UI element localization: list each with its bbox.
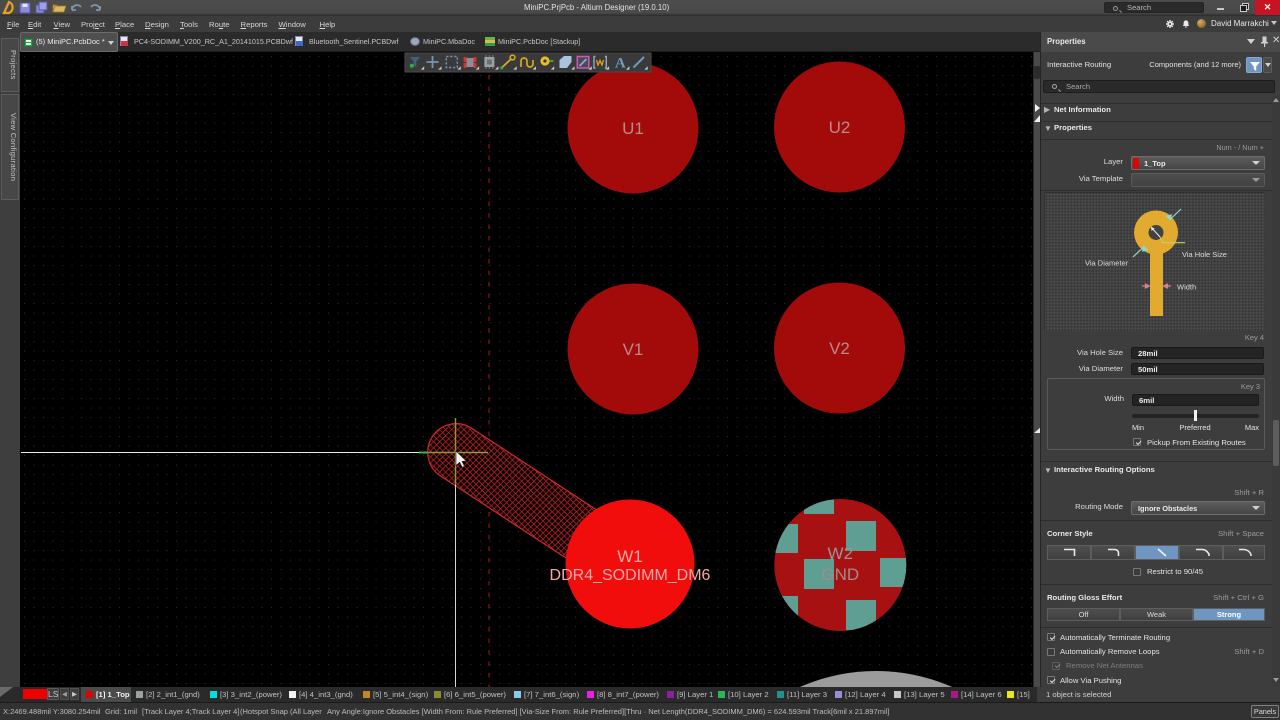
svg-text:DDR4_SODIMM_DM6: DDR4_SODIMM_DM6 (550, 567, 711, 584)
svg-text:GND: GND (821, 565, 859, 584)
svg-text:Via Diameter: Via Diameter (1085, 259, 1129, 268)
svg-text:Width: Width (1177, 283, 1196, 292)
svg-text:V1: V1 (623, 340, 644, 359)
svg-text:W1: W1 (617, 547, 643, 566)
svg-text:V2: V2 (829, 339, 850, 358)
svg-text:U1: U1 (622, 119, 644, 138)
svg-text:Via Hole Size: Via Hole Size (1182, 250, 1227, 259)
svg-text:W2: W2 (828, 544, 854, 563)
svg-text:A: A (615, 56, 626, 72)
svg-text:U2: U2 (829, 118, 851, 137)
